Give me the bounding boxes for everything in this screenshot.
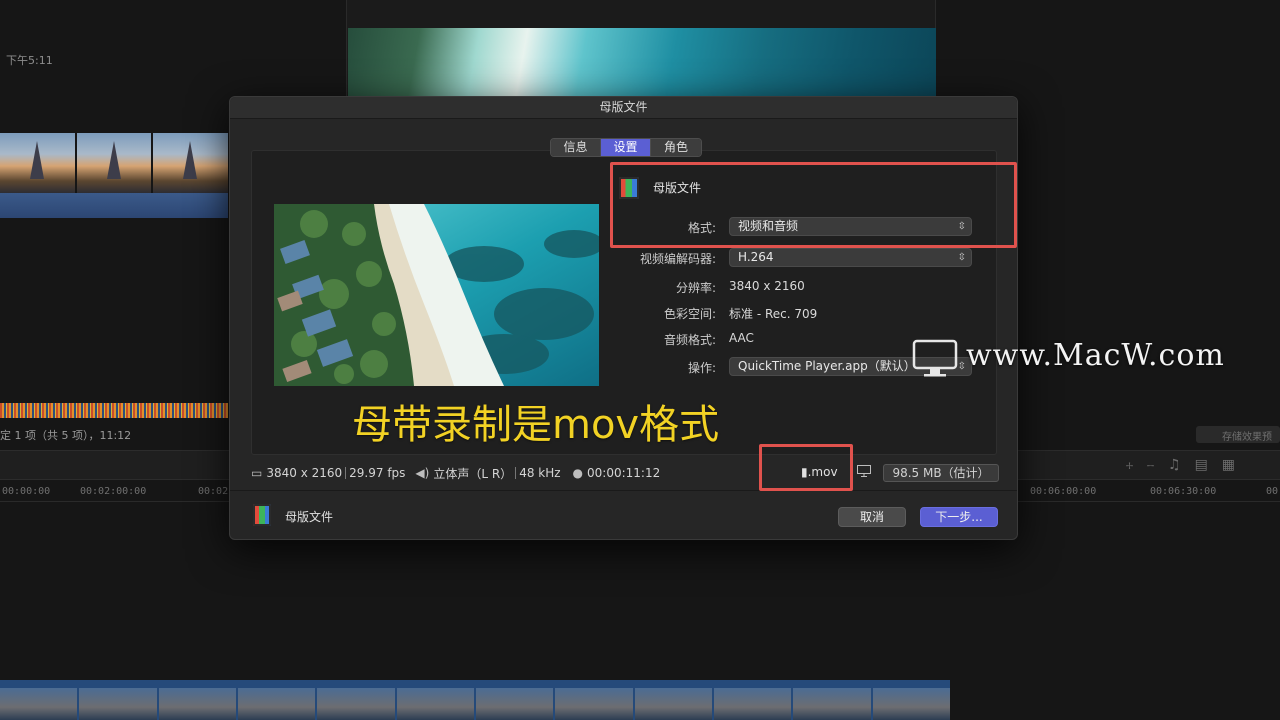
action-value: QuickTime Player.app（默认） xyxy=(738,359,916,373)
clip-frame xyxy=(237,688,316,720)
ruler-timecode: 00 xyxy=(1266,486,1279,497)
updown-chevron-icon: ⇳ xyxy=(957,221,966,232)
dialog-title: 母版文件 xyxy=(230,97,1017,119)
tab-settings[interactable]: 设置 xyxy=(601,139,651,156)
updown-chevron-icon: ⇳ xyxy=(957,252,966,263)
clip-frame xyxy=(0,688,78,720)
footer-divider xyxy=(230,490,1017,491)
master-file-icon xyxy=(619,177,639,199)
background-selection-info: 定 1 项（共 5 项），11:12 xyxy=(0,429,132,442)
resolution-value: 3840 x 2160 xyxy=(729,279,805,293)
audio-format-value: AAC xyxy=(729,331,754,345)
background-filmstrip xyxy=(0,133,229,193)
ruler-timecode: 00:06:30:00 xyxy=(1150,486,1217,497)
extension-text: .mov xyxy=(807,465,838,479)
codec-popup[interactable]: H.264 ⇳ xyxy=(729,248,972,267)
background-audio-waveform xyxy=(0,403,228,418)
background-clip-strip xyxy=(0,193,228,218)
next-button[interactable]: 下一步... xyxy=(920,507,998,527)
clip-frame xyxy=(713,688,792,720)
divider xyxy=(345,467,347,479)
clip-frame xyxy=(317,688,395,720)
ruler-timecode: 00:02:00:00 xyxy=(80,486,147,497)
clock-icon: ● xyxy=(572,466,584,480)
clip-frame xyxy=(793,688,871,720)
timeline-toolbar-icons: ⧾ ⧿ ♫ ▤ ▦ xyxy=(1126,457,1235,473)
estimated-size-badge: 98.5 MB（估计） xyxy=(883,464,999,482)
film-icon[interactable]: ▦ xyxy=(1222,457,1235,473)
clip-frame xyxy=(158,688,236,720)
info-sample-rate: 48 kHz xyxy=(519,466,561,480)
footer-title: 母版文件 xyxy=(285,510,334,524)
background-timeline-clip xyxy=(0,680,950,720)
speaker-icon: ◀) xyxy=(415,466,430,480)
tutorial-caption: 母带录制是mov格式 xyxy=(352,402,720,448)
tab-info[interactable]: 信息 xyxy=(551,139,601,156)
frame-size-icon: ▭ xyxy=(251,466,263,480)
updown-chevron-icon: ⇳ xyxy=(957,361,966,372)
footer-master-file-icon xyxy=(253,504,271,526)
solo-icon[interactable]: ▤ xyxy=(1195,457,1208,473)
divider xyxy=(515,467,517,479)
info-resolution: 3840 x 2160 xyxy=(266,466,343,480)
codec-value: H.264 xyxy=(738,250,774,264)
resolution-label: 分辨率: xyxy=(675,281,716,295)
clip-frame xyxy=(396,688,474,720)
colorspace-value: 标准 - Rec. 709 xyxy=(729,307,818,321)
monitor-icon xyxy=(857,465,871,477)
info-duration: 00:00:11:12 xyxy=(587,466,661,480)
ruler-timecode: 00:00:00 xyxy=(2,486,51,497)
site-watermark: www.MacW.com xyxy=(966,338,1225,373)
colorspace-label: 色彩空间: xyxy=(663,307,716,321)
clip-frame xyxy=(475,688,554,720)
filmstrip-thumbnail xyxy=(153,133,229,193)
format-popup[interactable]: 视频和音频 ⇳ xyxy=(729,217,972,236)
codec-label: 视频编解码器: xyxy=(639,252,716,266)
document-icon: ▮ xyxy=(801,465,808,479)
background-clock: 下午5:11 xyxy=(6,54,53,67)
filmstrip-thumbnail xyxy=(76,133,152,193)
dialog-tabs: 信息 设置 角色 xyxy=(550,138,702,157)
tab-roles[interactable]: 角色 xyxy=(651,139,701,156)
info-audio: 立体声（L R） xyxy=(433,466,513,481)
format-value: 视频和音频 xyxy=(738,219,799,233)
export-info-bar: ▭ 3840 x 2160 29.97 fps ◀) 立体声（L R） 48 k… xyxy=(251,465,660,481)
clip-frame xyxy=(555,688,633,720)
ruler-timecode: 00:02 xyxy=(198,486,229,497)
master-file-dialog: 母版文件 信息 设置 角色 母版文件 格式: 视频和音频 ⇳ 视频编解码器: H… xyxy=(229,96,1018,540)
ruler-timecode: 00:06:00:00 xyxy=(1030,486,1097,497)
format-label: 格式: xyxy=(687,221,716,235)
settings-title: 母版文件 xyxy=(653,181,702,195)
filmstrip-thumbnail xyxy=(0,133,75,193)
audio-format-label: 音频格式: xyxy=(663,333,716,347)
cancel-button[interactable]: 取消 xyxy=(838,507,906,527)
action-label: 操作: xyxy=(687,361,716,375)
clip-frame xyxy=(872,688,950,720)
file-extension: ▮.mov xyxy=(801,465,838,479)
background-viewer-frame xyxy=(348,28,936,96)
audio-skimming-icon[interactable]: ⧾ xyxy=(1126,457,1133,473)
save-effects-preset-button[interactable]: 存储效果预 xyxy=(1196,426,1280,443)
clip-frame xyxy=(79,688,157,720)
headphones-icon[interactable]: ♫ xyxy=(1168,457,1181,473)
clip-frame xyxy=(634,688,712,720)
clip-skimming-icon[interactable]: ⧿ xyxy=(1147,457,1154,473)
macw-logo-icon xyxy=(912,339,958,377)
info-fps: 29.97 fps xyxy=(349,466,406,480)
